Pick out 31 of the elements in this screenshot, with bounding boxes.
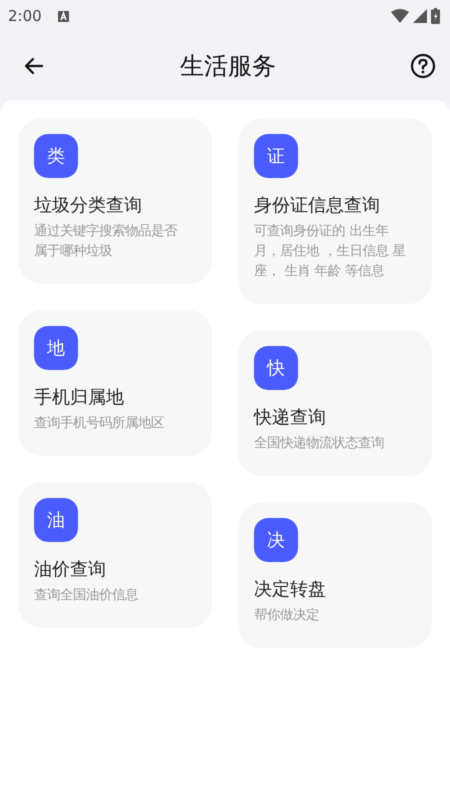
battery-icon	[431, 8, 440, 24]
service-title: 快递查询	[254, 406, 327, 430]
service-icon: 油	[34, 498, 78, 542]
service-description: 全国快递物流状态查询	[254, 434, 385, 453]
service-title: 决定转盘	[254, 578, 327, 602]
service-card[interactable]: 证 身份证信息查询 可查询身份证的 出生年月，居住地 ，生日信息 星座， 生肖 年龄 等信息	[238, 118, 432, 304]
service-card[interactable]: 地 手机归属地 查询手机号码所属地区	[18, 310, 212, 456]
service-icon: 快	[254, 346, 298, 390]
service-icon: 证	[254, 134, 298, 178]
service-card[interactable]: 类 垃圾分类查询 通过关键字搜索物品是否属于哪种垃圾	[18, 118, 212, 284]
signal-icon	[413, 9, 427, 23]
notification-icon	[58, 10, 69, 22]
service-description: 查询全国油价信息	[34, 587, 139, 605]
service-description: 可查询身份证的 出生年月，居住地 ，生日信息 星座， 生肖 年龄 等信息	[254, 222, 407, 281]
service-icon: 地	[34, 326, 78, 370]
service-title: 身份证信息查询	[254, 194, 381, 218]
status-time: 2:00	[8, 7, 42, 25]
service-icon: 类	[34, 134, 78, 178]
service-icon: 决	[254, 518, 298, 562]
service-title: 油价查询	[34, 558, 107, 582]
service-card[interactable]: 快 快递查询 全国快递物流状态查询	[238, 330, 432, 476]
service-description: 通过关键字搜索物品是否属于哪种垃圾	[34, 222, 178, 261]
service-title: 垃圾分类查询	[34, 194, 143, 218]
page-title: 生活服务	[180, 51, 276, 82]
service-description: 查询手机号码所属地区	[34, 414, 165, 433]
service-description: 帮你做决定	[254, 606, 320, 625]
service-card[interactable]: 决 决定转盘 帮你做决定	[238, 502, 432, 648]
service-card[interactable]: 油 油价查询 查询全国油价信息	[18, 482, 212, 628]
service-title: 手机归属地	[34, 386, 125, 410]
wifi-icon	[391, 9, 409, 23]
help-icon	[410, 53, 436, 79]
